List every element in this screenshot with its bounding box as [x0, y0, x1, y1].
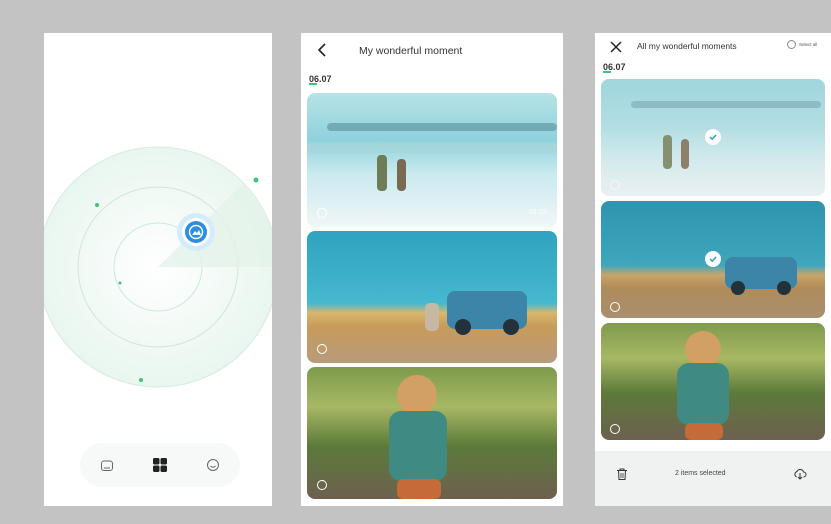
replay-icon[interactable]	[609, 179, 621, 191]
page-title: All my wonderful moments	[637, 41, 737, 51]
radar-dot[interactable]	[253, 177, 259, 183]
replay-icon[interactable]	[316, 207, 328, 219]
replay-icon[interactable]	[609, 423, 621, 435]
smiley-icon[interactable]	[201, 453, 225, 477]
select-all-toggle[interactable]: Select all	[787, 40, 817, 49]
grid-icon[interactable]	[148, 453, 172, 477]
replay-icon[interactable]	[316, 343, 328, 355]
album-header: My wonderful moment	[301, 33, 563, 69]
replay-icon[interactable]	[316, 479, 328, 491]
replay-icon[interactable]	[609, 301, 621, 313]
home-icon[interactable]	[95, 453, 119, 477]
photo-card[interactable]	[307, 231, 557, 363]
album-screen: My wonderful moment 06.07 01:23	[301, 33, 563, 506]
back-arrow-icon[interactable]	[315, 42, 331, 58]
selection-screen: All my wonderful moments Select all 06.0…	[595, 33, 831, 506]
date-label: 06.07	[309, 74, 332, 85]
radar-dot[interactable]	[139, 378, 143, 382]
radar-view	[44, 146, 272, 388]
selected-count: 2 items selected	[675, 470, 726, 477]
photo-card-selected[interactable]	[601, 201, 825, 318]
radar-dot[interactable]	[118, 281, 122, 285]
location-marker-icon[interactable]	[177, 213, 215, 251]
selection-action-bar: 2 items selected	[595, 451, 831, 506]
check-icon[interactable]	[705, 129, 721, 145]
radar-screen	[44, 33, 272, 506]
trash-icon[interactable]	[615, 467, 629, 481]
photo-card[interactable]	[307, 367, 557, 499]
radio-icon[interactable]	[787, 40, 796, 49]
date-label: 06.07	[603, 62, 626, 73]
video-duration: 01:23	[529, 209, 547, 216]
cloud-download-icon[interactable]	[793, 467, 807, 481]
bottom-nav	[80, 443, 240, 487]
page-title: My wonderful moment	[359, 45, 463, 57]
photo-card[interactable]: 01:23	[307, 93, 557, 227]
check-icon[interactable]	[705, 251, 721, 267]
photo-card-selected[interactable]	[601, 79, 825, 196]
select-all-label: Select all	[799, 42, 818, 47]
radar-dot[interactable]	[95, 203, 99, 207]
photo-card[interactable]	[601, 323, 825, 440]
close-icon[interactable]	[609, 40, 623, 54]
